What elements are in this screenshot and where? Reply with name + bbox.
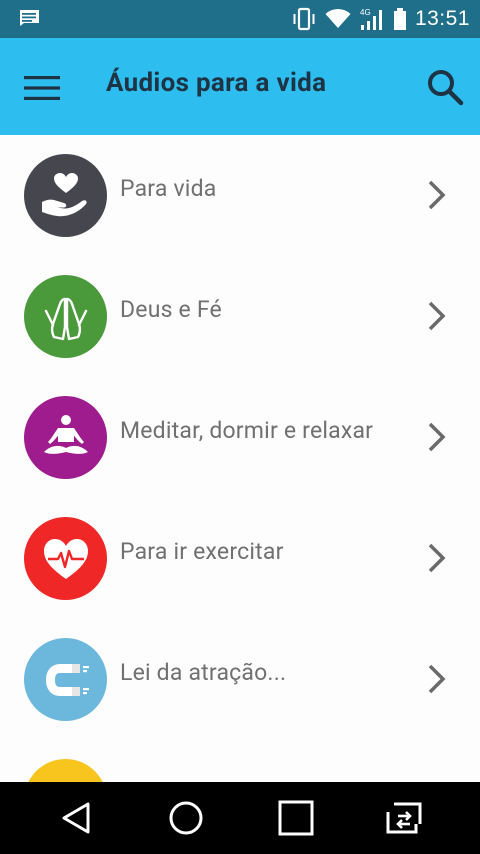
app-bar: Áudios para a vida	[0, 38, 480, 135]
item-icon-circle	[24, 638, 107, 721]
item-icon-circle	[24, 517, 107, 600]
category-list: Para vida Deus e Fé Meditar, dormir e re…	[0, 135, 480, 782]
screen-switch-icon[interactable]	[384, 798, 424, 838]
item-label: Para ir exercitar	[120, 538, 284, 565]
item-label: Para vida	[120, 175, 217, 202]
item-label: Meditar, dormir e relaxar	[120, 417, 374, 444]
list-item-para-vida[interactable]: Para vida	[0, 135, 480, 258]
praying-hands-icon	[44, 297, 87, 340]
chevron-right-icon	[428, 664, 446, 694]
status-bar: 4G 13:51	[0, 0, 480, 38]
item-label: Lei da atração...	[120, 659, 287, 686]
recents-icon[interactable]	[276, 798, 316, 838]
chevron-right-icon	[428, 422, 446, 452]
menu-icon[interactable]	[24, 75, 60, 101]
item-label: Deus e Fé	[120, 296, 222, 323]
item-icon-circle	[24, 275, 107, 358]
item-icon-circle	[24, 396, 107, 479]
list-item-deus-e-fe[interactable]: Deus e Fé	[0, 256, 480, 379]
heart-hand-icon	[41, 172, 87, 216]
home-icon[interactable]	[166, 798, 206, 838]
message-icon	[19, 10, 39, 26]
list-item-meditar[interactable]: Meditar, dormir e relaxar	[0, 377, 480, 500]
list-item-exercitar[interactable]: Para ir exercitar	[0, 498, 480, 621]
network-type-label: 4G	[360, 8, 371, 17]
list-item-partial[interactable]	[0, 740, 480, 782]
navigation-bar	[0, 782, 480, 854]
magnet-icon	[45, 663, 89, 696]
back-icon[interactable]	[56, 798, 96, 838]
page-title: Áudios para a vida	[106, 68, 327, 98]
chevron-right-icon	[428, 543, 446, 573]
item-icon-circle	[24, 154, 107, 237]
chevron-right-icon	[428, 301, 446, 331]
list-item-lei-da-atracao[interactable]: Lei da atração...	[0, 619, 480, 742]
meditation-icon	[43, 414, 88, 454]
partial-item-icon	[24, 759, 107, 782]
signal-icon: 4G	[360, 8, 382, 30]
chevron-right-icon	[428, 180, 446, 210]
search-icon[interactable]	[426, 68, 464, 106]
battery-icon	[393, 8, 406, 30]
vibrate-icon	[293, 7, 315, 31]
wifi-icon	[325, 8, 351, 28]
heartbeat-icon	[43, 538, 88, 579]
status-time: 13:51	[414, 7, 470, 30]
